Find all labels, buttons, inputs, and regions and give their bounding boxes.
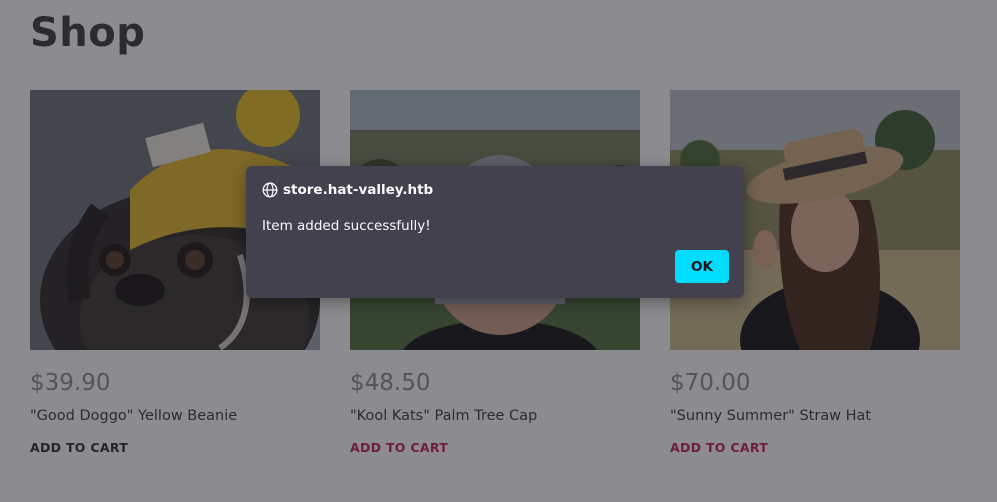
- globe-icon: [262, 182, 278, 198]
- dialog-origin-text: store.hat-valley.htb: [283, 182, 434, 198]
- ok-button[interactable]: OK: [675, 250, 729, 283]
- dialog-origin: store.hat-valley.htb: [262, 182, 433, 198]
- dialog-message: Item added successfully!: [262, 218, 431, 234]
- alert-dialog: store.hat-valley.htb Item added successf…: [246, 166, 744, 298]
